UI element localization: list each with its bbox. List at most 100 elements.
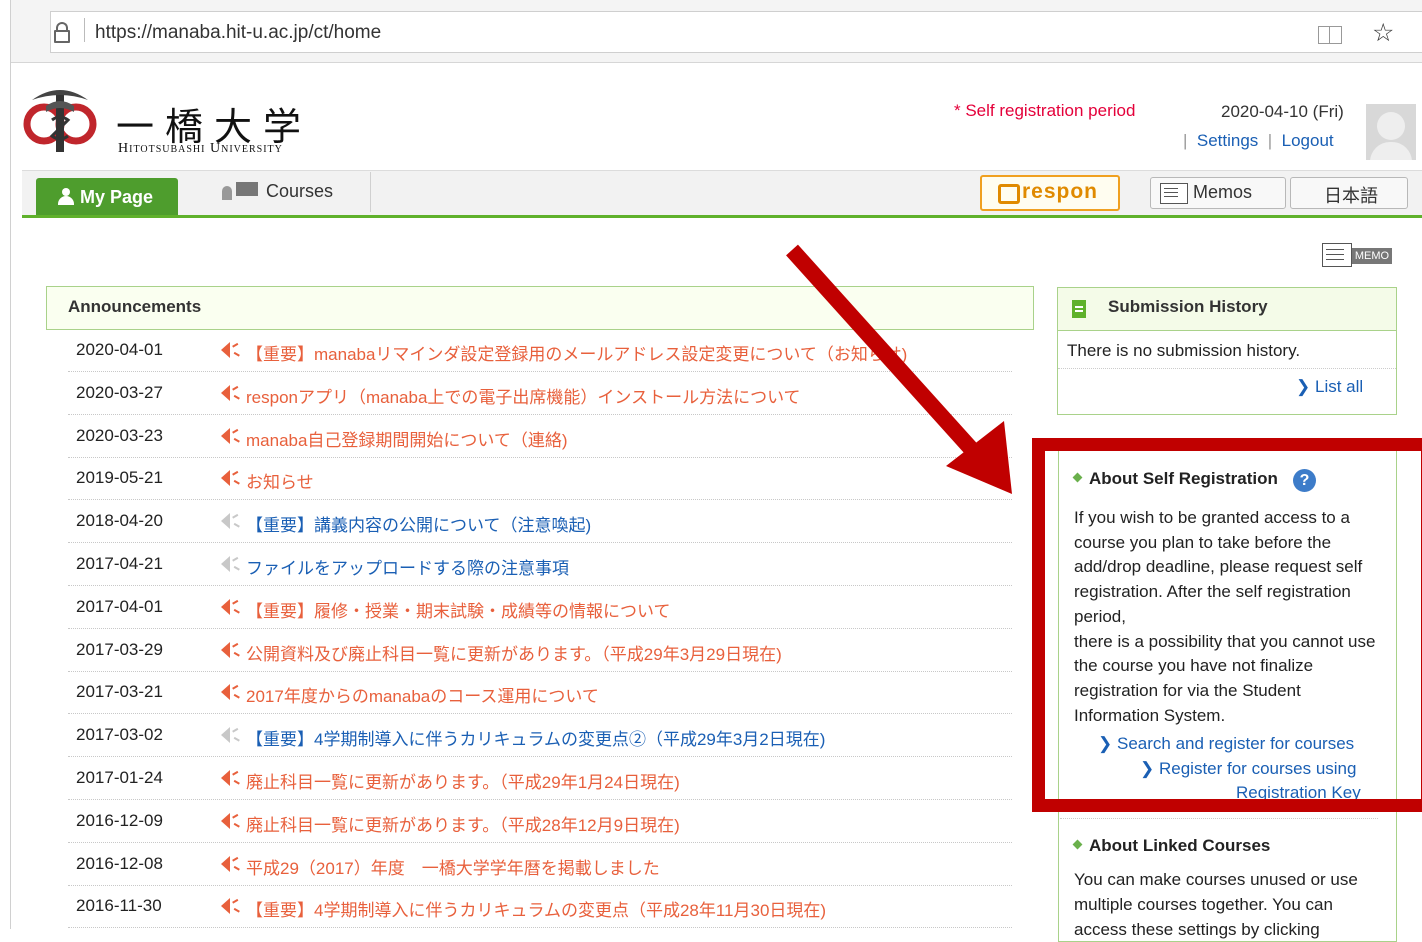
announcement-row[interactable]: 2017-03-21 2017年度からのmanabaのコース運用について [68,671,1012,715]
announcement-title-link[interactable]: 【重要】講義内容の公開について（注意喚起) [246,511,591,536]
speaker-icon [218,855,242,873]
announcement-date: 2020-03-23 [76,425,163,445]
linked-courses-title: About Linked Courses [1072,836,1271,856]
person-icon [58,188,74,205]
linked-courses-title-text: About Linked Courses [1089,836,1271,855]
memo-badge: MEMO [1352,248,1392,264]
divider [1060,818,1378,819]
submission-history-empty: There is no submission history. [1067,341,1301,360]
announcement-row[interactable]: 2016-12-09 廃止科目一覧に更新があります。（平成28年12月9日現在) [68,800,1012,843]
link-separator: | [1183,131,1188,150]
announcement-title-link[interactable]: 【重要】4学期制導入に伴うカリキュラムの変更点②（平成29年3月2日現在) [246,725,825,750]
speaker-icon [218,598,242,616]
announcement-row[interactable]: 2017-04-21 ファイルをアップロードする際の注意事項 [68,543,1012,586]
speaker-icon [218,641,242,659]
logout-link[interactable]: Logout [1282,131,1334,150]
speaker-icon [218,897,242,916]
announcement-title-link[interactable]: 【重要】履修・授業・期末試験・成績等の情報について [246,597,671,622]
announcement-row[interactable]: 2020-04-01 【重要】manabaリマインダ設定登録用のメールアドレス設定… [68,329,1012,372]
announcement-row[interactable]: 2018-04-20 【重要】講義内容の公開について（注意喚起) [68,500,1012,544]
language-label: 日本語 [1324,186,1378,206]
announcement-title-link[interactable]: 2017年度からのmanabaのコース運用について [246,682,599,707]
announcement-date: 2017-03-02 [76,725,163,745]
list-all-link[interactable]: ❯ List all [1296,377,1363,397]
speaker-icon [218,812,242,830]
university-name-en: Hitotsubashi University [118,141,283,156]
announcement-date: 2017-03-29 [76,639,163,659]
divider [1058,368,1396,369]
announcement-row[interactable]: 2020-03-27 responアプリ（manaba上での電子出席機能）インスト… [68,372,1012,415]
announcement-title-link[interactable]: 廃止科目一覧に更新があります。（平成29年1月24日現在) [246,768,680,793]
tab-courses-label: Courses [266,181,334,201]
announcement-date: 2019-05-21 [76,468,163,488]
announcement-title-link[interactable]: 平成29（2017）年度 一橋大学学年暦を掲載しました [246,854,660,879]
speaker-icon [218,512,242,531]
announcement-title-link[interactable]: manaba自己登録期間開始について（連絡) [246,426,568,451]
tab-my-page-label: My Page [80,187,154,207]
header-links: | Settings | Logout [1183,131,1334,151]
language-button[interactable]: 日本語 [1290,177,1408,209]
memos-button[interactable]: Memos [1150,177,1286,209]
announcement-row[interactable]: 2017-01-24 廃止科目一覧に更新があります。（平成29年1月24日現在) [68,757,1012,800]
list-all-label: List all [1314,377,1364,396]
tab-my-page[interactable]: My Page [36,178,178,215]
announcement-row[interactable]: 2020-03-23 manaba自己登録期間開始について（連絡) [68,415,1012,458]
announcement-date: 2020-03-27 [76,382,163,402]
highlight-rectangle [1032,438,1422,812]
announcement-row[interactable]: 2017-03-02 【重要】4学期制導入に伴うカリキュラムの変更点②（平成29年… [68,714,1012,758]
tab-courses[interactable]: Courses [190,172,371,212]
courses-icon [222,182,258,202]
announcement-date: 2016-12-09 [76,810,163,830]
self-registration-notice: * Self registration period [954,101,1136,120]
current-date: 2020-04-10 (Fri) [1221,102,1344,121]
announcement-date: 2017-03-21 [76,682,163,702]
link-separator: | [1267,131,1273,150]
speaker-icon [218,469,242,488]
university-logo [23,90,97,152]
announcement-row[interactable]: 2017-04-01 【重要】履修・授業・期末試験・成績等の情報について [68,586,1012,629]
speaker-icon [218,683,242,702]
announcement-date: 2016-12-08 [76,853,163,873]
memo-corner-button[interactable]: MEMO [1322,243,1394,267]
announcement-title-link[interactable]: 【重要】manabaリマインダ設定登録用のメールアドレス設定変更について（お知ら… [246,340,907,365]
respon-icon [998,184,1020,204]
settings-link[interactable]: Settings [1197,131,1258,150]
announcement-title-link[interactable]: ファイルをアップロードする際の注意事項 [246,554,569,579]
speaker-icon [218,769,242,788]
announcement-date: 2018-04-20 [76,511,163,531]
announcement-title-link[interactable]: 廃止科目一覧に更新があります。（平成28年12月9日現在) [246,811,680,836]
announcement-row[interactable]: 2016-11-30 【重要】4学期制導入に伴うカリキュラムの変更点（平成28年1… [68,885,1012,929]
speaker-icon [218,555,242,574]
memos-label: Memos [1193,182,1253,202]
announcement-row[interactable]: 2016-12-08 平成29（2017）年度 一橋大学学年暦を掲載しました [68,843,1012,886]
speaker-icon [218,384,242,402]
announcement-date: 2016-11-30 [76,896,162,916]
announcement-date: 2020-04-01 [76,340,163,359]
memo-icon [1160,183,1188,204]
announcements-header: Announcements [46,286,1034,330]
announcement-date: 2017-04-01 [76,596,163,616]
announcement-title-link[interactable]: お知らせ [246,468,314,493]
announcement-row[interactable]: 2019-05-21 お知らせ [68,457,1012,501]
announcement-title-link[interactable]: responアプリ（manaba上での電子出席機能）インストール方法について [246,383,801,408]
announcement-row[interactable]: 2017-03-29 公開資料及び廃止科目一覧に更新があります。（平成29年3月2… [68,629,1012,672]
announcement-title-link[interactable]: 公開資料及び廃止科目一覧に更新があります。（平成29年3月29日現在) [246,640,782,665]
linked-courses-text: You can make courses unused or use multi… [1074,870,1358,939]
speaker-icon [218,427,242,445]
announcements-title: Announcements [68,297,202,316]
submission-history-box: Submission History There is no submissio… [1057,287,1397,415]
announcement-date: 2017-01-24 [76,768,163,787]
speaker-icon [218,341,242,360]
submission-history-header: Submission History [1058,288,1396,331]
announcement-title-link[interactable]: 【重要】4学期制導入に伴うカリキュラムの変更点（平成28年11月30日現在) [246,896,826,921]
memo-icon [1322,243,1352,267]
document-icon [1072,300,1086,318]
respon-label: respon [1022,180,1099,203]
submission-history-title: Submission History [1108,297,1268,316]
avatar[interactable] [1366,104,1416,160]
diamond-bullet [1072,839,1083,850]
chevron-right-icon: ❯ [1296,377,1311,396]
announcement-date: 2017-04-21 [76,554,163,573]
speaker-icon [218,726,242,745]
respon-button[interactable]: respon [980,175,1120,211]
